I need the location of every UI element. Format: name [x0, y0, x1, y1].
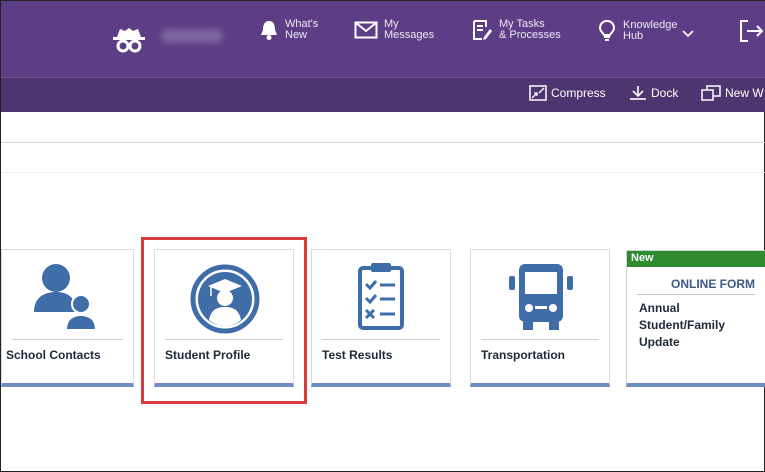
- compress-icon: [529, 85, 547, 101]
- nav-knowledge-hub-label: Knowledge Hub: [623, 19, 678, 42]
- divider-line: [1, 172, 765, 173]
- online-form-line: Annual: [639, 301, 680, 315]
- tasks-icon: [473, 20, 492, 40]
- online-form-line: Student/Family: [639, 318, 726, 332]
- tile-school-contacts-label: School Contacts: [6, 348, 101, 362]
- nav-my-messages-label: My Messages: [384, 18, 435, 41]
- new-badge: New: [627, 251, 765, 267]
- divider-line: [1, 142, 765, 143]
- nav-my-messages[interactable]: My Messages: [354, 19, 434, 41]
- nav-whats-new[interactable]: What's New: [259, 19, 318, 41]
- lightbulb-icon: [598, 19, 616, 41]
- tile-test-results-label: Test Results: [322, 348, 393, 362]
- new-window-icon: [701, 85, 721, 101]
- nav-whats-new-label: What's New: [285, 18, 319, 41]
- tile-transportation-label: Transportation: [481, 348, 566, 362]
- nav-my-tasks[interactable]: My Tasks & Processes: [471, 19, 561, 41]
- bell-icon: [261, 21, 277, 40]
- tile-online-form[interactable]: New ONLINE FORM Annual Student/Family Up…: [626, 250, 765, 387]
- dock-icon: [630, 86, 646, 100]
- tile-separator: [12, 339, 123, 340]
- online-form-line: Update: [639, 335, 680, 349]
- contacts-icon: [34, 264, 98, 330]
- dock-label: Dock: [651, 86, 679, 100]
- tile-separator: [322, 339, 440, 340]
- envelope-icon: [354, 21, 378, 39]
- new-window-button[interactable]: New W: [701, 85, 764, 101]
- checklist-icon: [358, 263, 404, 330]
- incognito-user-icon[interactable]: [111, 25, 147, 53]
- nav-knowledge-hub[interactable]: Knowledge Hub: [597, 19, 695, 43]
- online-form-heading: ONLINE FORM: [637, 277, 755, 295]
- bus-icon: [509, 264, 573, 330]
- logout-icon: [740, 20, 764, 42]
- chevron-down-icon: [682, 30, 695, 38]
- highlight-box: [141, 237, 307, 404]
- new-badge-label: New: [631, 252, 654, 264]
- compress-button[interactable]: Compress: [529, 85, 606, 101]
- new-window-label: New W: [725, 86, 764, 100]
- compress-label: Compress: [551, 86, 606, 100]
- user-name-blurred: [161, 29, 223, 43]
- logout-button[interactable]: [738, 19, 765, 43]
- tile-transportation[interactable]: Transportation: [470, 249, 610, 387]
- dock-button[interactable]: Dock: [629, 85, 678, 101]
- nav-my-tasks-label: My Tasks & Processes: [499, 18, 561, 41]
- tile-school-contacts[interactable]: School Contacts: [1, 249, 134, 387]
- tile-separator: [481, 339, 599, 340]
- tile-test-results[interactable]: Test Results: [311, 249, 451, 387]
